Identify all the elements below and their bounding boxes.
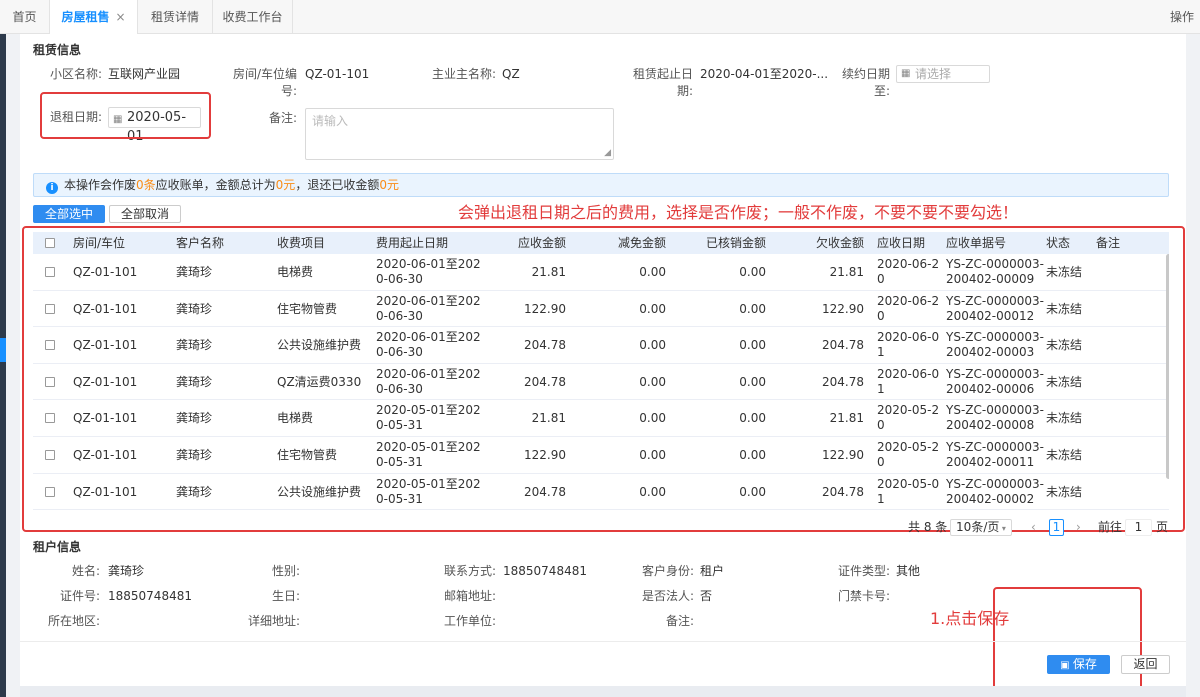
room-value: QZ-01-101 (305, 67, 370, 81)
id-number-label: 证件号: (59, 589, 100, 603)
alert-text-2: 应收账单，金额总计为 (155, 178, 276, 192)
tenant-name-value: 龚琦珍 (108, 564, 145, 578)
sidebar-active-marker (0, 338, 6, 362)
tenant-remark-label: 备注: (665, 614, 694, 628)
community-value: 互联网产业园 (108, 67, 181, 81)
select-all-button[interactable]: 全部选中 (33, 205, 105, 223)
room-label: 房间/车位编 号: (232, 66, 297, 100)
prev-page-icon[interactable]: ‹ (1031, 519, 1036, 535)
tenant-name-label: 姓名: (71, 564, 100, 578)
identity-label: 客户身份: (641, 564, 694, 578)
owner-label: 主业主名称: (431, 67, 496, 81)
address-label: 详细地址: (247, 614, 300, 628)
alert-refund: 0元 (379, 178, 399, 192)
annotation-highlight-checkout (40, 92, 211, 139)
cancel-all-button[interactable]: 全部取消 (109, 205, 181, 223)
save-icon: ▣ (1060, 660, 1073, 671)
goto-label: 前往 (1098, 520, 1123, 534)
tab-cashier[interactable]: 收费工作台 (213, 0, 293, 34)
id-type-value: 其他 (896, 564, 921, 578)
room-label-line2: 号: (280, 84, 297, 98)
footer-divider (20, 641, 1186, 642)
lease-section-title: 租赁信息 (33, 43, 82, 57)
page-size-select[interactable]: 10条/页 ▾ (950, 519, 1012, 536)
renew-date-placeholder: 请选择 (915, 67, 952, 81)
page-1-button[interactable]: 1 (1049, 519, 1064, 536)
period-label-line2: 期: (676, 84, 693, 98)
owner-value: QZ (502, 67, 520, 81)
operations-menu[interactable]: 操作 (1170, 0, 1194, 34)
renew-date-picker[interactable]: ▦ 请选择 (896, 65, 990, 83)
info-alert: i 本操作会作废0条应收账单，金额总计为0元，退还已收金额0元 (33, 173, 1169, 197)
tab-bar: 首页 房屋租售 × 租赁详情 收费工作台 操作 (0, 0, 1200, 34)
remark-label: 备注: (268, 111, 297, 125)
renew-label: 续约日期至: (841, 67, 890, 98)
access-card-label: 门禁卡号: (837, 589, 890, 603)
gender-label: 性别: (271, 564, 300, 578)
page-unit-label: 页 (1156, 520, 1169, 534)
pager-total: 共 8 条 (908, 520, 948, 534)
legal-person-label: 是否法人: (641, 589, 694, 603)
next-page-icon[interactable]: › (1076, 519, 1081, 535)
contact-value: 18850748481 (503, 564, 587, 578)
period-label-line1: 租赁起止日 (632, 67, 693, 81)
goto-page-input[interactable]: 1 (1125, 519, 1152, 536)
bottom-edge (20, 686, 1186, 697)
identity-value: 租户 (700, 564, 725, 578)
tab-lease-detail[interactable]: 租赁详情 (138, 0, 213, 34)
region-label: 所在地区: (47, 614, 100, 628)
remark-textarea[interactable]: 请输入 ◢ (305, 108, 614, 160)
annotation-highlight-save (993, 587, 1142, 693)
remark-placeholder: 请输入 (312, 114, 349, 128)
birthday-label: 生日: (271, 589, 300, 603)
mail-address-label: 邮箱地址: (443, 589, 496, 603)
community-label: 小区名称: (49, 67, 102, 81)
annotation-highlight-table (22, 226, 1185, 532)
page-size-value: 10条/页 (956, 520, 1000, 534)
back-button[interactable]: 返回 (1121, 655, 1170, 674)
room-label-line1: 房间/车位编 (232, 67, 297, 81)
alert-count: 0条 (136, 178, 156, 192)
alert-text-3: ，退还已收金额 (295, 178, 380, 192)
tab-home[interactable]: 首页 (0, 0, 50, 34)
tab-housing[interactable]: 房屋租售 × (50, 0, 138, 34)
calendar-icon: ▦ (901, 68, 911, 79)
alert-amount: 0元 (275, 178, 296, 192)
close-icon[interactable]: × (115, 10, 125, 24)
save-button[interactable]: ▣ 保存 (1047, 655, 1110, 674)
resize-grip-icon[interactable]: ◢ (604, 148, 611, 158)
tab-housing-label: 房屋租售 (61, 10, 110, 24)
tenant-section-title: 租户信息 (33, 540, 82, 554)
chevron-down-icon: ▾ (999, 524, 1006, 533)
period-value: 2020-04-01至2020-... (700, 67, 829, 81)
annotation-note-top: 会弹出退租日期之后的费用，选择是否作废；一般不作废，不要不要不要勾选！ (458, 203, 1019, 222)
period-label: 租赁起止日 期: (628, 66, 693, 100)
sidebar-edge (0, 34, 6, 697)
alert-text-1: 本操作会作废 (64, 178, 137, 192)
save-button-label: 保存 (1072, 657, 1097, 671)
id-type-label: 证件类型: (837, 564, 890, 578)
info-icon: i (46, 182, 58, 194)
legal-person-value: 否 (700, 589, 713, 603)
contact-label: 联系方式: (443, 564, 496, 578)
id-number-value: 18850748481 (108, 589, 192, 603)
workplace-label: 工作单位: (443, 614, 496, 628)
